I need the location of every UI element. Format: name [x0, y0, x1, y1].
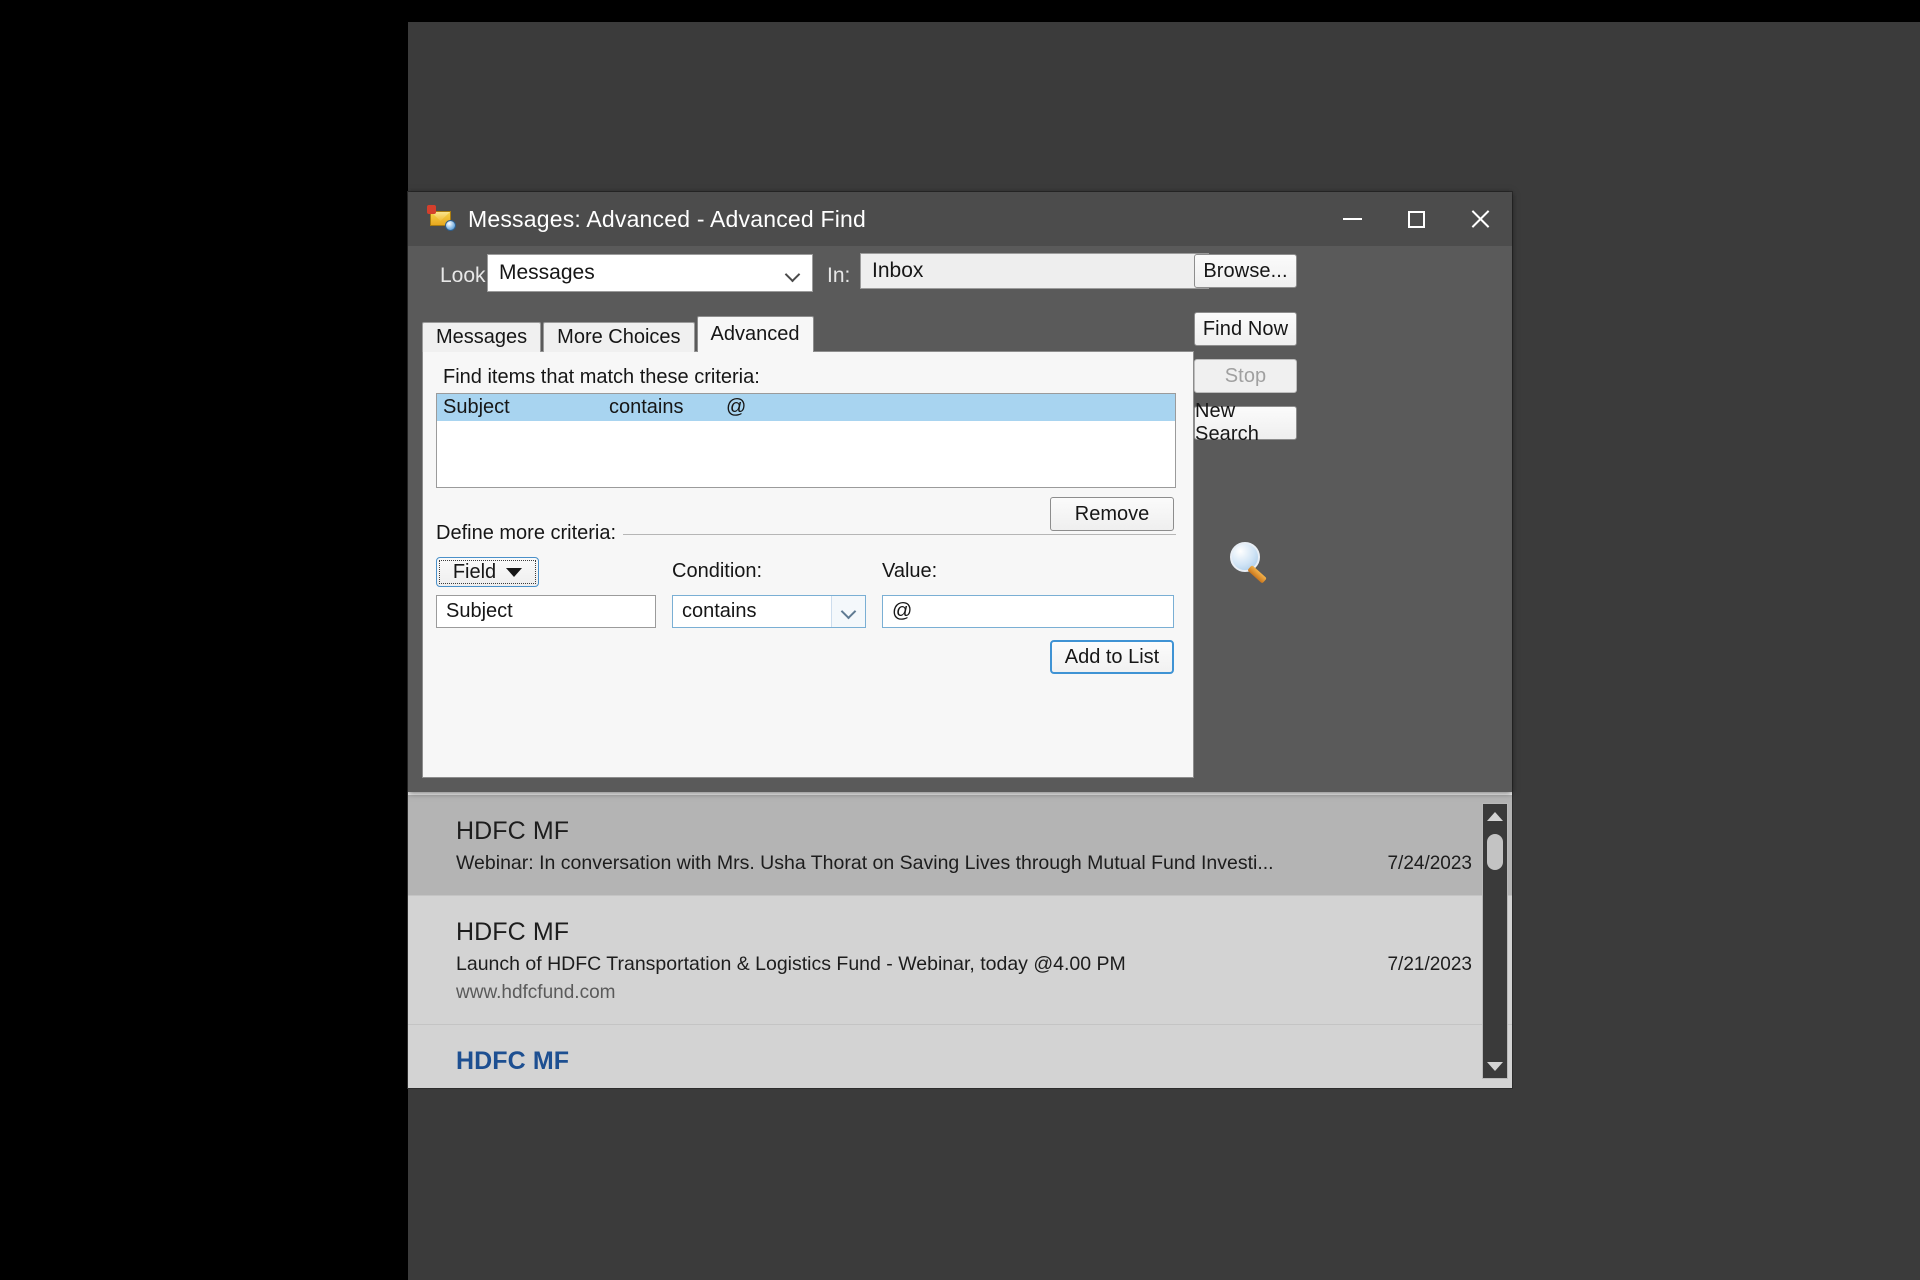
- email-list[interactable]: HDFC MF Webinar: In conversation with Mr…: [408, 795, 1512, 1088]
- criteria-value: @: [726, 396, 747, 418]
- tab-advanced[interactable]: Advanced: [696, 316, 814, 352]
- advanced-find-icon: [427, 205, 456, 231]
- advanced-find-dialog: Messages: Advanced - Advanced Find Look …: [408, 192, 1512, 792]
- list-item[interactable]: HDFC MF Webinar: In conversation with Mr…: [408, 795, 1512, 896]
- magnifier-icon: [1230, 542, 1276, 588]
- find-now-button[interactable]: Find Now: [1194, 312, 1297, 346]
- email-sender: HDFC MF: [456, 1047, 570, 1075]
- close-icon: [1470, 209, 1490, 229]
- field-dropdown-button[interactable]: Field: [436, 557, 539, 587]
- email-sender: HDFC MF: [456, 918, 570, 946]
- criteria-field: Subject: [443, 396, 510, 418]
- email-preview: www.hdfcfund.com: [456, 982, 616, 1003]
- email-sender: HDFC MF: [456, 817, 570, 845]
- stop-button: Stop: [1194, 359, 1297, 393]
- title-bar: Messages: Advanced - Advanced Find: [408, 192, 1512, 246]
- look-dropdown-value: Messages: [499, 261, 595, 284]
- tab-strip: Messages More Choices Advanced: [422, 316, 816, 352]
- minimize-button[interactable]: [1320, 192, 1384, 246]
- maximize-button[interactable]: [1384, 192, 1448, 246]
- advanced-tab-panel: Find items that match these criteria: Su…: [422, 351, 1194, 778]
- email-subject: Launch of HDFC Transportation & Logistic…: [456, 953, 1126, 975]
- table-row[interactable]: Subject contains @: [437, 394, 1175, 421]
- value-input-value: @: [892, 600, 913, 622]
- remove-button[interactable]: Remove: [1050, 497, 1174, 531]
- tab-more-choices[interactable]: More Choices: [543, 322, 695, 352]
- add-to-list-button[interactable]: Add to List: [1050, 640, 1174, 674]
- new-search-button[interactable]: New Search: [1194, 400, 1297, 445]
- chevron-down-icon: [787, 269, 800, 277]
- list-item[interactable]: HDFC MF Launch of HDFC Transportation & …: [408, 896, 1512, 1025]
- criteria-heading: Find items that match these criteria:: [443, 366, 760, 388]
- value-label: Value:: [882, 560, 938, 582]
- email-list-scrollbar[interactable]: [1482, 803, 1508, 1079]
- in-label: In:: [827, 264, 851, 287]
- email-date: 7/24/2023: [1387, 853, 1472, 874]
- in-field[interactable]: Inbox: [860, 253, 1209, 289]
- value-input[interactable]: @: [882, 595, 1174, 628]
- focus-ring: [439, 560, 536, 584]
- email-subject: Webinar: In conversation with Mrs. Usha …: [456, 852, 1274, 874]
- look-in-row: Look Messages In: Inbox: [408, 252, 1512, 300]
- in-field-value: Inbox: [872, 259, 924, 282]
- window-controls: [1320, 192, 1512, 246]
- scrollbar-thumb[interactable]: [1487, 834, 1503, 870]
- criteria-list[interactable]: Subject contains @: [436, 393, 1176, 488]
- email-date: 7/21/2023: [1387, 954, 1472, 975]
- condition-label: Condition:: [672, 560, 763, 582]
- chevron-down-icon[interactable]: [831, 596, 865, 627]
- close-button[interactable]: [1448, 192, 1512, 246]
- scroll-down-icon[interactable]: [1483, 1055, 1507, 1077]
- look-label: Look: [440, 264, 486, 287]
- field-input[interactable]: Subject: [436, 595, 656, 628]
- scroll-up-icon[interactable]: [1483, 805, 1507, 827]
- look-dropdown[interactable]: Messages: [487, 254, 813, 292]
- list-item[interactable]: HDFC MF: [408, 1025, 1512, 1088]
- minimize-icon: [1342, 218, 1362, 220]
- criteria-condition: contains: [609, 396, 684, 418]
- condition-dropdown-value: contains: [682, 600, 757, 622]
- window-title: Messages: Advanced - Advanced Find: [468, 205, 867, 232]
- tab-messages[interactable]: Messages: [422, 322, 542, 352]
- define-criteria-legend: Define more criteria:: [436, 522, 624, 545]
- field-input-value: Subject: [446, 600, 513, 622]
- condition-dropdown[interactable]: contains: [672, 595, 866, 628]
- maximize-icon: [1407, 210, 1425, 228]
- browse-button[interactable]: Browse...: [1194, 254, 1297, 288]
- desktop-left-black: [0, 0, 408, 1280]
